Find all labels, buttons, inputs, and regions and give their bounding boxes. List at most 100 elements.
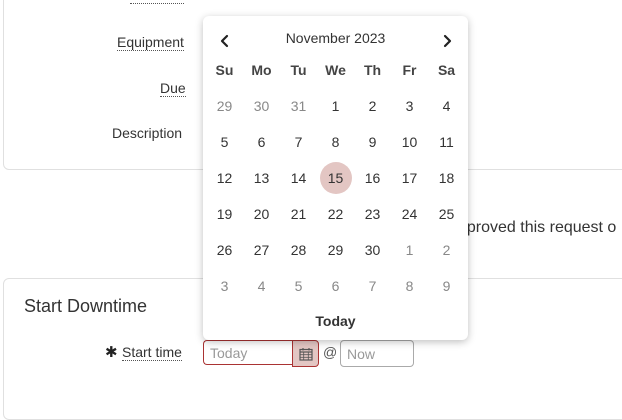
calendar-icon xyxy=(298,347,313,361)
day-number: 8 xyxy=(331,134,340,150)
day-cell[interactable]: 10 xyxy=(391,124,428,160)
day-cell[interactable]: 2 xyxy=(354,88,391,124)
day-cell[interactable]: 5 xyxy=(280,268,317,304)
day-cell[interactable]: 25 xyxy=(428,196,465,232)
day-number: 1 xyxy=(405,242,414,258)
day-cell[interactable]: 3 xyxy=(206,268,243,304)
required-icon: ✱ xyxy=(105,344,118,361)
day-cell[interactable]: 1 xyxy=(391,232,428,268)
day-cell[interactable]: 27 xyxy=(243,232,280,268)
day-cell[interactable]: 4 xyxy=(243,268,280,304)
day-cell[interactable]: 29 xyxy=(317,232,354,268)
weekday-header: Sa xyxy=(437,62,456,78)
day-cell[interactable]: 30 xyxy=(354,232,391,268)
at-separator: @ xyxy=(323,344,338,360)
day-number: 30 xyxy=(364,242,381,258)
day-number: 9 xyxy=(442,278,451,294)
day-cell[interactable]: 12 xyxy=(206,160,243,196)
day-number: 21 xyxy=(290,206,307,222)
day-cell[interactable]: 16 xyxy=(354,160,391,196)
day-number: 29 xyxy=(327,242,344,258)
day-cell-selected[interactable]: 15 xyxy=(317,160,354,196)
day-cell[interactable]: 3 xyxy=(391,88,428,124)
day-number: 7 xyxy=(294,134,303,150)
day-cell[interactable]: 9 xyxy=(354,124,391,160)
day-number: 27 xyxy=(253,242,270,258)
day-number: 3 xyxy=(220,278,229,294)
day-cell[interactable]: 1 xyxy=(317,88,354,124)
day-number: 12 xyxy=(216,170,233,186)
day-cell[interactable]: 13 xyxy=(243,160,280,196)
day-number: 6 xyxy=(331,278,340,294)
start-time-input[interactable] xyxy=(340,340,414,367)
day-cell[interactable]: 30 xyxy=(243,88,280,124)
day-cell[interactable]: 22 xyxy=(317,196,354,232)
day-cell[interactable]: 4 xyxy=(428,88,465,124)
day-number: 29 xyxy=(216,98,233,114)
day-number: 31 xyxy=(290,98,307,114)
day-number: 3 xyxy=(405,98,414,114)
day-number: 17 xyxy=(401,170,418,186)
day-cell[interactable]: 20 xyxy=(243,196,280,232)
day-cell[interactable]: 6 xyxy=(317,268,354,304)
day-cell[interactable]: 2 xyxy=(428,232,465,268)
cut-off-label-underline xyxy=(130,0,184,4)
day-number: 10 xyxy=(401,134,418,150)
start-date-input[interactable] xyxy=(203,340,292,365)
day-cell[interactable]: 8 xyxy=(391,268,428,304)
day-cell[interactable]: 19 xyxy=(206,196,243,232)
day-cell[interactable]: 29 xyxy=(206,88,243,124)
day-cell[interactable]: 9 xyxy=(428,268,465,304)
day-cell[interactable]: 18 xyxy=(428,160,465,196)
day-cell[interactable]: 26 xyxy=(206,232,243,268)
weekday-header: Fr xyxy=(402,62,417,78)
weekday-header: Th xyxy=(363,62,382,78)
day-cell[interactable]: 17 xyxy=(391,160,428,196)
day-number: 20 xyxy=(253,206,270,222)
day-number: 2 xyxy=(442,242,451,258)
day-number: 1 xyxy=(331,98,340,114)
chevron-right-icon xyxy=(443,34,452,48)
day-number: 25 xyxy=(438,206,455,222)
day-cell[interactable]: 11 xyxy=(428,124,465,160)
day-cell[interactable]: 14 xyxy=(280,160,317,196)
calendar-grid: Su Mo Tu We Th Fr Sa 29 30 31 1 2 3 4 5 6 7 8 9 10 11 12 13 14 1… xyxy=(206,52,465,304)
day-number: 5 xyxy=(294,278,303,294)
day-cell[interactable]: 23 xyxy=(354,196,391,232)
day-cell[interactable]: 21 xyxy=(280,196,317,232)
section-title: Start Downtime xyxy=(24,296,148,316)
day-number: 5 xyxy=(220,134,229,150)
day-number: 28 xyxy=(290,242,307,258)
start-time-label: Start time xyxy=(122,344,182,361)
day-number: 8 xyxy=(405,278,414,294)
equipment-label: Equipment xyxy=(117,34,184,51)
day-cell[interactable]: 28 xyxy=(280,232,317,268)
weekday-header: We xyxy=(325,62,346,78)
day-number: 26 xyxy=(216,242,233,258)
day-number: 9 xyxy=(368,134,377,150)
day-cell[interactable]: 7 xyxy=(280,124,317,160)
weekday-header: Su xyxy=(215,62,234,78)
day-number: 22 xyxy=(327,206,344,222)
day-cell[interactable]: 6 xyxy=(243,124,280,160)
day-number: 14 xyxy=(290,170,307,186)
day-number: 7 xyxy=(368,278,377,294)
day-number: 30 xyxy=(253,98,270,114)
day-cell[interactable]: 5 xyxy=(206,124,243,160)
approval-status-text: pproved this request o xyxy=(458,219,617,236)
due-label: Due xyxy=(160,80,186,97)
day-number: 13 xyxy=(253,170,270,186)
day-cell[interactable]: 24 xyxy=(391,196,428,232)
day-cell[interactable]: 31 xyxy=(280,88,317,124)
datepicker-popup: November 2023 Su Mo Tu We Th Fr Sa 29 30 31 1 2 3 4 5 6… xyxy=(203,16,468,340)
day-number: 15 xyxy=(319,162,352,194)
day-cell[interactable]: 7 xyxy=(354,268,391,304)
next-month-button[interactable] xyxy=(435,29,459,53)
month-label: November 2023 xyxy=(285,30,386,46)
today-button[interactable]: Today xyxy=(203,313,468,329)
day-number: 18 xyxy=(438,170,455,186)
day-number: 24 xyxy=(401,206,418,222)
day-number: 4 xyxy=(442,98,451,114)
day-cell[interactable]: 8 xyxy=(317,124,354,160)
calendar-button[interactable] xyxy=(292,340,319,367)
